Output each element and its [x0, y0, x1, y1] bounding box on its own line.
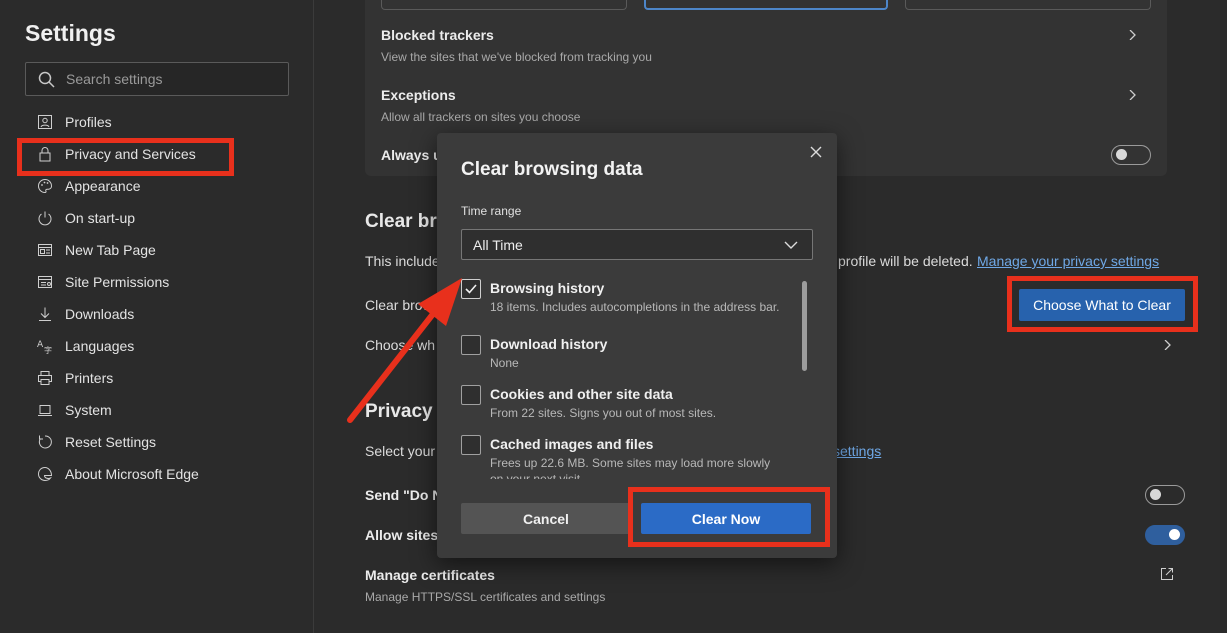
- chevron-right-icon: [1129, 30, 1136, 40]
- annotation-arrow-icon: [347, 278, 462, 423]
- edge-logo-icon: [37, 466, 53, 482]
- tracking-option-basic[interactable]: [381, 0, 627, 10]
- sidebar-item-downloads[interactable]: Downloads: [0, 298, 314, 330]
- privacy-highlight-box: [17, 138, 234, 176]
- do-not-track-label: Send "Do N: [365, 487, 443, 503]
- privacy-settings-link[interactable]: settings: [833, 443, 881, 459]
- time-range-select[interactable]: All Time: [461, 229, 813, 260]
- chevron-down-icon: [784, 241, 798, 249]
- sidebar-item-profiles[interactable]: Profiles: [0, 106, 314, 138]
- svg-text:字: 字: [44, 345, 52, 354]
- option-title: Download history: [490, 336, 608, 352]
- data-types-list[interactable]: Browsing history 18 items. Includes auto…: [461, 279, 813, 479]
- search-box[interactable]: [25, 62, 289, 96]
- sidebar-item-label: Appearance: [65, 178, 141, 194]
- sidebar-item-startup[interactable]: On start-up: [0, 202, 314, 234]
- time-range-label: Time range: [461, 204, 522, 218]
- option-title: Cached images and files: [490, 436, 654, 452]
- sidebar-item-label: Downloads: [65, 306, 135, 322]
- manage-certificates-title: Manage certificates: [365, 567, 495, 583]
- new-tab-icon: [37, 242, 53, 258]
- cancel-button[interactable]: Cancel: [461, 503, 631, 534]
- sidebar-item-site-permissions[interactable]: Site Permissions: [0, 266, 314, 298]
- privacy-select-text: Select your: [365, 443, 436, 459]
- option-desc: From 22 sites. Signs you out of most sit…: [490, 406, 717, 420]
- do-not-track-toggle[interactable]: [1145, 485, 1185, 505]
- time-range-value: All Time: [473, 237, 523, 253]
- sidebar-item-new-tab[interactable]: New Tab Page: [0, 234, 314, 266]
- clear-now-highlight-box: [628, 487, 830, 547]
- sidebar-item-languages[interactable]: A字 Languages: [0, 330, 314, 362]
- sidebar-item-about[interactable]: About Microsoft Edge: [0, 458, 314, 490]
- option-desc: None: [490, 356, 519, 370]
- languages-icon: A字: [37, 338, 53, 354]
- scrollbar-thumb[interactable]: [802, 281, 807, 371]
- option-title: Browsing history: [490, 280, 605, 296]
- manage-privacy-link[interactable]: Manage your privacy settings: [977, 253, 1159, 269]
- reset-icon: [37, 434, 53, 450]
- profile-icon: [37, 114, 53, 130]
- site-permissions-icon: [37, 274, 53, 290]
- toggle-knob: [1116, 149, 1127, 160]
- chevron-right-icon: [1129, 90, 1136, 100]
- clear-section-text: This include: [365, 253, 440, 269]
- sidebar-item-label: On start-up: [65, 210, 136, 226]
- toggle-knob: [1169, 529, 1180, 540]
- blocked-trackers-desc: View the sites that we've blocked from t…: [381, 50, 652, 64]
- choose-button-highlight-box: [1007, 276, 1198, 332]
- search-input[interactable]: [66, 63, 281, 95]
- sidebar-item-reset[interactable]: Reset Settings: [0, 426, 314, 458]
- sidebar-item-label: Reset Settings: [65, 434, 157, 450]
- sidebar-item-label: Site Permissions: [65, 274, 170, 290]
- sidebar-item-label: System: [65, 402, 112, 418]
- tracking-option-strict[interactable]: [905, 0, 1151, 10]
- download-icon: [37, 306, 53, 322]
- chevron-right-icon[interactable]: [1163, 340, 1173, 350]
- option-title: Cookies and other site data: [490, 386, 673, 402]
- manage-certificates-desc: Manage HTTPS/SSL certificates and settin…: [365, 590, 606, 604]
- sidebar-item-label: New Tab Page: [65, 242, 156, 258]
- always-strict-label: Always u: [381, 147, 442, 163]
- blocked-trackers-title: Blocked trackers: [381, 27, 494, 43]
- sidebar-item-label: Languages: [65, 338, 135, 354]
- exceptions-desc: Allow all trackers on sites you choose: [381, 110, 581, 124]
- allow-sites-toggle[interactable]: [1145, 525, 1185, 545]
- printer-icon: [37, 370, 53, 386]
- sidebar-item-label: Profiles: [65, 114, 112, 130]
- settings-sidebar: Settings Profiles Privacy and Services A…: [0, 0, 314, 633]
- option-desc: 18 items. Includes autocompletions in th…: [490, 300, 780, 314]
- list-scrollbar[interactable]: [801, 279, 809, 479]
- sidebar-item-system[interactable]: System: [0, 394, 314, 426]
- sidebar-item-printers[interactable]: Printers: [0, 362, 314, 394]
- close-icon[interactable]: [809, 145, 823, 159]
- laptop-icon: [37, 402, 53, 418]
- dialog-title: Clear browsing data: [461, 159, 643, 180]
- exceptions-title: Exceptions: [381, 87, 456, 103]
- sidebar-item-label: About Microsoft Edge: [65, 466, 199, 482]
- sidebar-item-label: Printers: [65, 370, 114, 386]
- settings-title: Settings: [25, 20, 116, 46]
- clear-section-heading: Clear br: [365, 211, 437, 232]
- search-icon: [38, 71, 55, 88]
- cached-images-checkbox[interactable]: [461, 435, 481, 455]
- palette-icon: [37, 178, 53, 194]
- allow-sites-label: Allow sites: [365, 527, 439, 543]
- toggle-knob: [1150, 489, 1161, 500]
- svg-text:A: A: [37, 340, 44, 350]
- always-strict-toggle[interactable]: [1111, 145, 1151, 165]
- clear-section-text-tail: profile will be deleted.: [838, 253, 973, 269]
- tracking-option-balanced[interactable]: [644, 0, 888, 10]
- power-icon: [37, 210, 53, 226]
- external-link-icon: [1161, 568, 1173, 580]
- option-desc: Frees up 22.6 MB. Some sites may load mo…: [490, 456, 771, 479]
